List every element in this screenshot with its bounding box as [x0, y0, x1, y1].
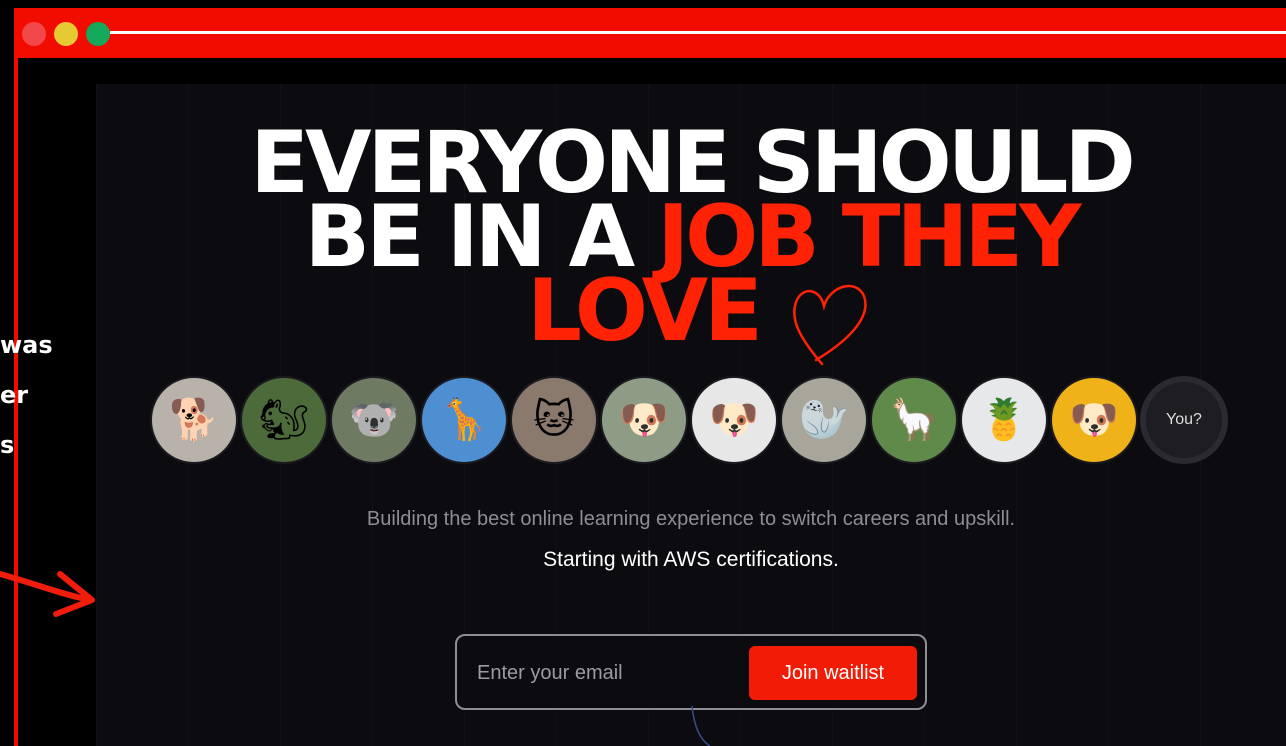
maximize-window-button[interactable] — [86, 22, 110, 46]
animal-glyph-icon: 🐶 — [619, 397, 669, 443]
decorative-arc-icon — [691, 706, 711, 746]
titlebar-line — [110, 31, 1286, 34]
pug-yellow-avatar: 🐶 — [1050, 376, 1138, 464]
animal-glyph-icon: 🐕 — [169, 397, 219, 443]
animal-glyph-icon: 🐱 — [533, 397, 575, 443]
you-avatar-placeholder[interactable]: You? — [1140, 376, 1228, 464]
side-note-line: s — [0, 431, 15, 459]
animal-glyph-icon: 🦒 — [439, 397, 489, 443]
heart-icon — [793, 284, 867, 366]
tagline-secondary: Starting with AWS certifications. — [543, 548, 839, 571]
tagline-primary: Building the best online learning experi… — [366, 508, 1016, 530]
avatar-row: 🐕 🐿 🐨 🦒 🐱 🐶 🐶 🦭 🦙 🍍 🐶 You? — [150, 376, 1228, 468]
hero-headline: EVERYONE SHOULD BE IN A JOB THEY LOVE — [96, 120, 1286, 361]
email-input[interactable] — [477, 654, 747, 692]
side-note: was er s — [0, 320, 56, 470]
animal-glyph-icon: 🐿 — [258, 397, 310, 443]
seal-avatar: 🦭 — [780, 376, 868, 464]
fluffy-dog-avatar: 🐕 — [150, 376, 238, 464]
side-note-line: was — [0, 331, 53, 359]
animal-glyph-icon: 🦭 — [799, 397, 849, 443]
kitten-avatar: 🐱 — [510, 376, 598, 464]
waitlist-form: Join waitlist — [455, 634, 927, 710]
animal-glyph-icon: 🐨 — [349, 397, 399, 443]
pug-glasses-avatar: 🐶 — [690, 376, 778, 464]
side-note-line: er — [0, 381, 29, 409]
headline-line-3: LOVE — [527, 261, 763, 361]
close-window-button[interactable] — [22, 22, 46, 46]
minimize-window-button[interactable] — [54, 22, 78, 46]
giraffe-avatar: 🦒 — [420, 376, 508, 464]
animal-glyph-icon: 🍍 — [979, 397, 1029, 443]
animal-glyph-icon: 🐶 — [1069, 397, 1119, 443]
pug-blanket-avatar: 🐶 — [600, 376, 688, 464]
alpaca-avatar: 🦙 — [870, 376, 958, 464]
annotation-arrow-icon — [0, 571, 95, 617]
squirrel-avatar: 🐿 — [240, 376, 328, 464]
animal-glyph-icon: 🦙 — [889, 397, 939, 443]
pineapple-avatar: 🍍 — [960, 376, 1048, 464]
koala-avatar: 🐨 — [330, 376, 418, 464]
animal-glyph-icon: 🐶 — [709, 397, 759, 443]
browser-titlebar — [14, 8, 1286, 58]
join-waitlist-button[interactable]: Join waitlist — [749, 646, 917, 700]
